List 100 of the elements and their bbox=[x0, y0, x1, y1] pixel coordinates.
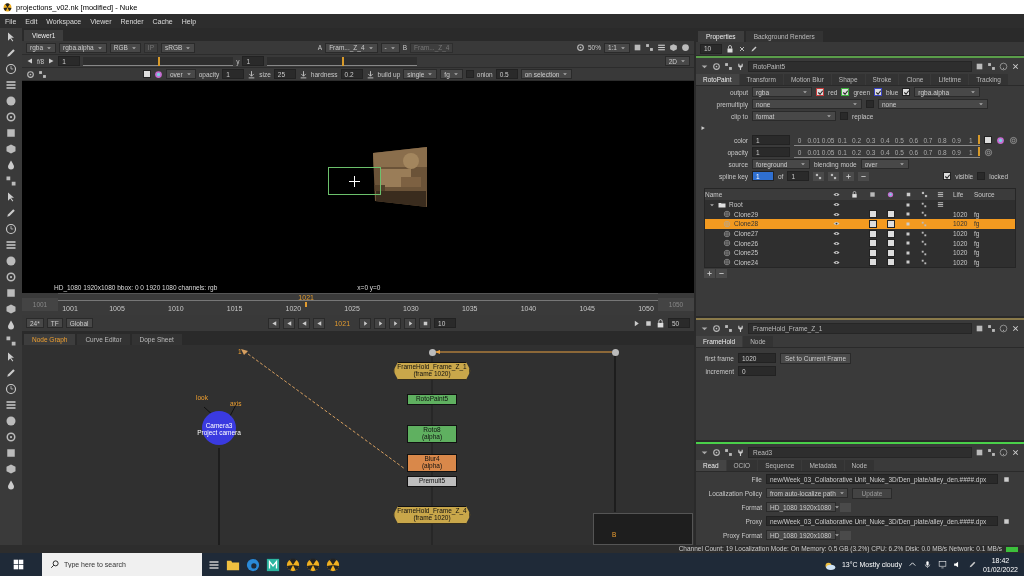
playback-button[interactable] bbox=[283, 317, 296, 329]
gear-icon[interactable] bbox=[5, 111, 17, 123]
arrow-icon[interactable] bbox=[5, 351, 17, 363]
wrench-icon[interactable] bbox=[736, 61, 745, 71]
grid-icon[interactable] bbox=[5, 175, 17, 187]
square-icon[interactable] bbox=[5, 127, 17, 139]
add-button[interactable] bbox=[704, 269, 715, 279]
playback-button[interactable] bbox=[404, 317, 417, 329]
checkbox[interactable] bbox=[869, 220, 877, 228]
task-view-icon[interactable] bbox=[208, 558, 220, 571]
pen-icon[interactable] bbox=[750, 44, 758, 53]
dot-node[interactable] bbox=[429, 349, 436, 356]
browser-icon[interactable] bbox=[246, 557, 260, 572]
square-icon[interactable] bbox=[905, 201, 911, 208]
color-swatch[interactable] bbox=[984, 136, 992, 144]
chevron-icon[interactable] bbox=[907, 560, 917, 569]
grid-icon[interactable] bbox=[921, 259, 927, 266]
square-icon[interactable] bbox=[987, 61, 996, 71]
monitor-icon[interactable] bbox=[937, 560, 947, 569]
close-icon[interactable] bbox=[738, 44, 746, 53]
playback-button[interactable] bbox=[374, 317, 387, 329]
key-button[interactable] bbox=[858, 171, 870, 181]
slider-thumb[interactable] bbox=[158, 56, 161, 66]
eye-icon[interactable] bbox=[833, 239, 840, 247]
expand-arrow-icon[interactable] bbox=[700, 125, 706, 131]
checkbox[interactable] bbox=[816, 88, 824, 96]
eye-icon[interactable] bbox=[833, 210, 840, 218]
slider-thumb[interactable] bbox=[342, 56, 345, 66]
eye-icon[interactable] bbox=[833, 249, 840, 257]
checkbox[interactable] bbox=[943, 172, 952, 180]
app-logo-icon[interactable] bbox=[306, 557, 320, 572]
checkbox[interactable] bbox=[841, 88, 850, 96]
viewer-circle-icon[interactable] bbox=[681, 43, 690, 52]
pen-icon[interactable] bbox=[5, 207, 17, 219]
square-icon[interactable] bbox=[905, 230, 911, 237]
curve-icon[interactable] bbox=[1009, 135, 1018, 145]
menu-icon[interactable] bbox=[5, 399, 17, 411]
lock-icon[interactable] bbox=[656, 318, 665, 328]
grid-icon[interactable] bbox=[38, 69, 47, 79]
stop-icon[interactable] bbox=[644, 318, 653, 328]
crosshair-icon[interactable] bbox=[349, 176, 360, 187]
grid-icon[interactable] bbox=[921, 211, 927, 218]
clock-icon[interactable] bbox=[5, 223, 17, 235]
key-button[interactable] bbox=[843, 171, 855, 181]
drop-icon[interactable] bbox=[5, 479, 17, 491]
color-swatch[interactable] bbox=[887, 220, 895, 228]
drop-icon[interactable] bbox=[5, 159, 17, 171]
play-icon[interactable] bbox=[632, 318, 641, 328]
viewer-grid-icon[interactable] bbox=[645, 43, 654, 52]
app-logo-icon[interactable] bbox=[286, 557, 300, 572]
square-icon[interactable] bbox=[987, 323, 996, 333]
square-icon[interactable] bbox=[905, 240, 911, 247]
pen-icon[interactable] bbox=[5, 47, 17, 59]
color-swatch[interactable] bbox=[887, 210, 895, 219]
color-swatch[interactable] bbox=[887, 229, 895, 238]
viewer-cube-icon[interactable] bbox=[669, 43, 678, 52]
key-button[interactable] bbox=[828, 171, 840, 181]
color-swatch[interactable] bbox=[143, 70, 151, 78]
node-color-icon[interactable] bbox=[975, 61, 984, 71]
color-swatch[interactable] bbox=[887, 239, 895, 248]
playback-button[interactable] bbox=[268, 317, 281, 329]
slider[interactable] bbox=[83, 56, 234, 66]
checkbox[interactable] bbox=[977, 172, 986, 180]
checkbox[interactable] bbox=[866, 100, 874, 108]
cube-icon[interactable] bbox=[5, 143, 17, 155]
grid-icon[interactable] bbox=[724, 323, 733, 333]
square-icon[interactable] bbox=[905, 211, 911, 218]
checkbox[interactable] bbox=[874, 88, 883, 96]
playback-button[interactable] bbox=[389, 317, 402, 329]
eye-icon[interactable] bbox=[833, 201, 840, 209]
square-icon[interactable] bbox=[987, 447, 996, 457]
node-color-icon[interactable] bbox=[975, 447, 984, 457]
app-logo-icon[interactable] bbox=[326, 557, 340, 572]
download-icon[interactable] bbox=[365, 69, 375, 79]
checkbox[interactable] bbox=[869, 229, 877, 238]
checkbox[interactable] bbox=[840, 112, 848, 120]
square-icon[interactable] bbox=[905, 259, 911, 266]
lock-icon[interactable] bbox=[726, 44, 734, 53]
node-color-icon[interactable] bbox=[975, 323, 984, 333]
circle-icon[interactable] bbox=[5, 255, 17, 267]
grid-icon[interactable] bbox=[921, 230, 927, 237]
close-icon[interactable] bbox=[1011, 61, 1020, 71]
grid-icon[interactable] bbox=[921, 201, 927, 208]
remove-button[interactable] bbox=[716, 269, 727, 279]
eye-icon[interactable] bbox=[833, 258, 840, 266]
playback-button[interactable] bbox=[419, 317, 432, 329]
download-icon[interactable] bbox=[298, 69, 308, 79]
right-arrow-icon[interactable] bbox=[47, 57, 56, 65]
wrench-icon[interactable] bbox=[736, 447, 745, 457]
grid-icon[interactable] bbox=[921, 240, 927, 247]
microphone-icon[interactable] bbox=[922, 560, 932, 569]
menu-icon[interactable] bbox=[5, 239, 17, 251]
circle-icon[interactable] bbox=[5, 95, 17, 107]
checkbox[interactable] bbox=[869, 248, 877, 257]
start-icon[interactable] bbox=[12, 559, 24, 570]
color-wheel-icon[interactable] bbox=[996, 135, 1005, 145]
drop-icon[interactable] bbox=[5, 319, 17, 331]
viewer-square-icon[interactable] bbox=[633, 43, 642, 52]
gear-icon[interactable] bbox=[5, 271, 17, 283]
viewer-bars-icon[interactable] bbox=[657, 43, 666, 52]
